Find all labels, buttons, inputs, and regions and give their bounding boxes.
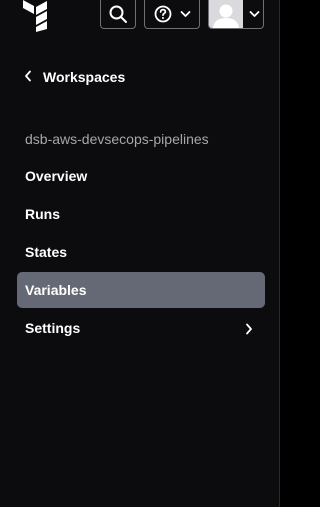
back-to-workspaces-link[interactable]: Workspaces (24, 66, 125, 88)
nav-item-runs[interactable]: Runs (17, 196, 265, 232)
user-menu-button[interactable] (208, 0, 264, 29)
help-menu-button[interactable] (144, 0, 200, 29)
nav-item-states[interactable]: States (17, 234, 265, 270)
search-icon (108, 4, 128, 24)
nav-item-overview[interactable]: Overview (17, 158, 265, 194)
nav-item-label: Runs (25, 206, 60, 222)
workspace-name: dsb-aws-devsecops-pipelines (25, 131, 209, 147)
nav-item-settings[interactable]: Settings (17, 310, 265, 346)
nav-item-label: Settings (25, 320, 81, 336)
nav-item-variables[interactable]: Variables (17, 272, 265, 308)
help-circle-icon (154, 5, 172, 23)
nav-item-label: Variables (25, 282, 87, 298)
sidebar-panel: Workspaces dsb-aws-devsecops-pipelines O… (0, 0, 280, 507)
nav-item-label: Overview (25, 168, 88, 184)
terraform-logo-icon[interactable] (22, 0, 62, 32)
search-button[interactable] (100, 0, 136, 29)
user-avatar-icon (209, 0, 243, 28)
nav-item-label: States (25, 244, 68, 260)
top-bar (0, 0, 280, 32)
chevron-right-icon (245, 322, 253, 338)
chevron-left-icon (24, 69, 32, 85)
chevron-down-icon (180, 10, 191, 18)
chevron-down-icon (249, 10, 260, 18)
back-link-label: Workspaces (43, 69, 126, 85)
